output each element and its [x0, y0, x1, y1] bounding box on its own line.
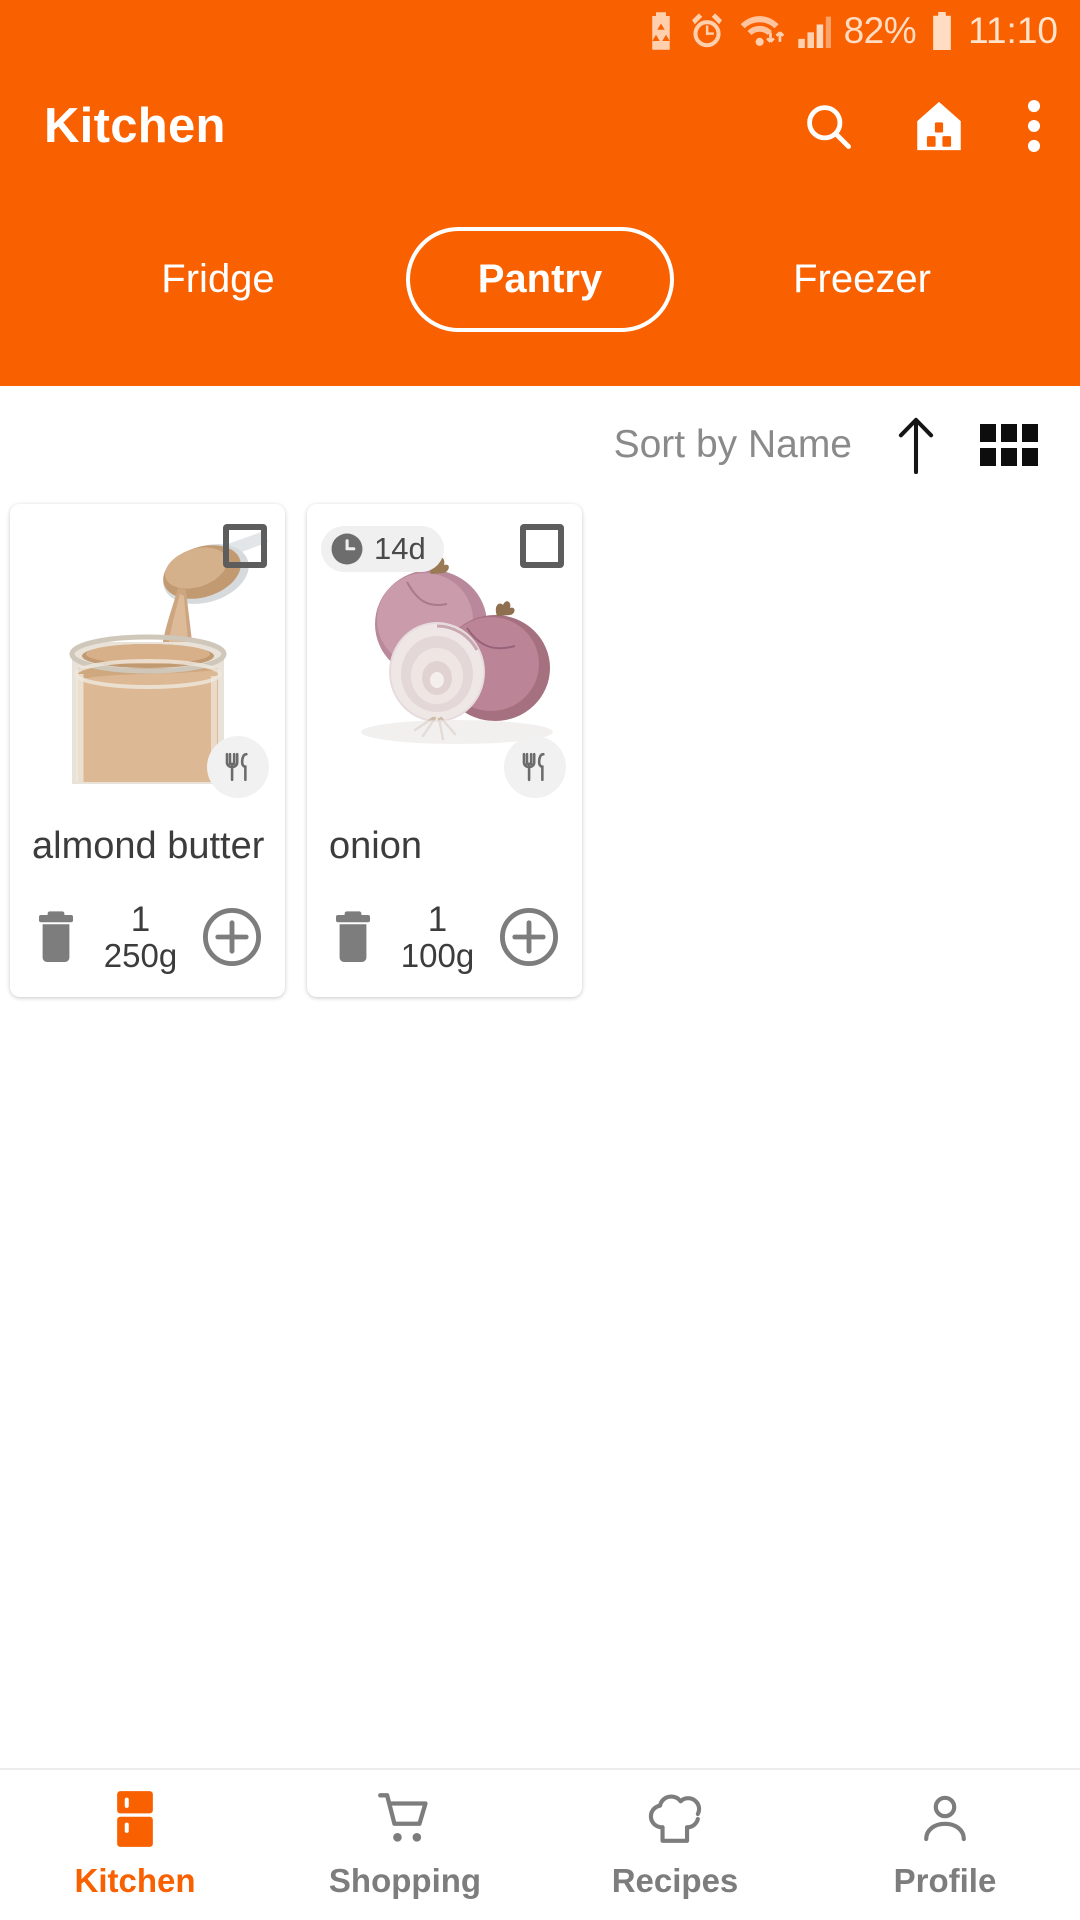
items-content: almond butter 1 250g 14d onion 1 100g	[0, 504, 1080, 1768]
signal-icon	[797, 12, 831, 50]
overflow-menu-icon[interactable]	[1024, 99, 1044, 153]
recipe-fork-icon[interactable]	[207, 736, 269, 798]
item-quantity-count: 1	[427, 899, 448, 939]
item-select-checkbox[interactable]	[520, 524, 564, 568]
clock-icon	[331, 533, 363, 565]
item-name: onion	[329, 825, 422, 867]
delete-item-icon[interactable]	[329, 909, 377, 965]
app-bar: Kitchen	[0, 62, 1080, 190]
home-icon[interactable]	[910, 97, 968, 155]
status-bar: 82% 11:10	[0, 0, 1080, 62]
battery-saver-icon	[646, 12, 676, 50]
items-grid: almond butter 1 250g 14d onion 1 100g	[10, 504, 1080, 998]
item-quantity-count: 1	[130, 899, 151, 939]
sort-by-button[interactable]: Sort by Name	[614, 423, 852, 467]
item-quantity: 1 100g	[381, 899, 494, 974]
fridge-icon	[117, 1791, 153, 1847]
page-title: Kitchen	[44, 99, 226, 153]
add-item-icon[interactable]	[498, 906, 560, 968]
alarm-icon	[689, 12, 725, 50]
item-card[interactable]: almond butter 1 250g	[10, 504, 285, 998]
storage-tabs: Fridge Pantry Freezer	[0, 190, 1080, 386]
person-icon	[924, 1795, 966, 1842]
nav-item-profile[interactable]: Profile	[810, 1790, 1080, 1900]
clock-label: 11:10	[968, 10, 1058, 51]
nav-item-shopping[interactable]: Shopping	[270, 1790, 540, 1900]
battery-icon	[929, 12, 955, 50]
nav-item-recipes[interactable]: Recipes	[540, 1790, 810, 1900]
recipe-fork-icon[interactable]	[504, 736, 566, 798]
nav-item-kitchen[interactable]: Kitchen	[0, 1790, 270, 1900]
tab-fridge[interactable]: Fridge	[30, 237, 406, 322]
sort-bar: Sort by Name	[0, 386, 1080, 504]
item-name: almond butter	[32, 825, 265, 867]
nav-label-kitchen: Kitchen	[74, 1862, 196, 1899]
expiry-badge: 14d	[321, 526, 444, 572]
add-item-icon[interactable]	[201, 906, 263, 968]
expiry-label: 14d	[374, 531, 426, 566]
item-select-checkbox[interactable]	[223, 524, 267, 568]
item-image-container: 14d	[307, 504, 582, 798]
app-bar-actions	[802, 97, 1044, 155]
item-quantity-unit: 250g	[103, 936, 178, 974]
app-header: 82% 11:10 Kitchen Fridge Pantry Freezer	[0, 0, 1080, 386]
item-image-container	[10, 504, 285, 798]
tab-freezer[interactable]: Freezer	[674, 237, 1050, 322]
grid-view-icon[interactable]	[980, 424, 1038, 466]
nav-label-profile: Profile	[893, 1862, 997, 1899]
search-icon[interactable]	[802, 100, 854, 152]
item-card[interactable]: 14d onion 1 100g	[307, 504, 582, 998]
item-actions: 1 100g	[307, 868, 582, 989]
bottom-navigation: Kitchen Shopping Recipes Profile	[0, 1768, 1080, 1920]
nav-label-shopping: Shopping	[328, 1862, 482, 1899]
app-screen: 82% 11:10 Kitchen Fridge Pantry Freezer …	[0, 0, 1080, 1920]
item-quantity: 1 250g	[84, 899, 197, 974]
delete-item-icon[interactable]	[32, 909, 80, 965]
tab-pantry[interactable]: Pantry	[406, 226, 674, 332]
cart-icon	[378, 1793, 428, 1842]
arrow-up-icon[interactable]	[896, 416, 936, 474]
battery-percent-label: 82%	[843, 10, 917, 51]
item-quantity-unit: 100g	[400, 936, 475, 974]
item-actions: 1 250g	[10, 868, 285, 989]
wifi-icon	[738, 12, 784, 50]
chef-hat-icon	[648, 1794, 702, 1843]
nav-label-recipes: Recipes	[611, 1862, 739, 1899]
